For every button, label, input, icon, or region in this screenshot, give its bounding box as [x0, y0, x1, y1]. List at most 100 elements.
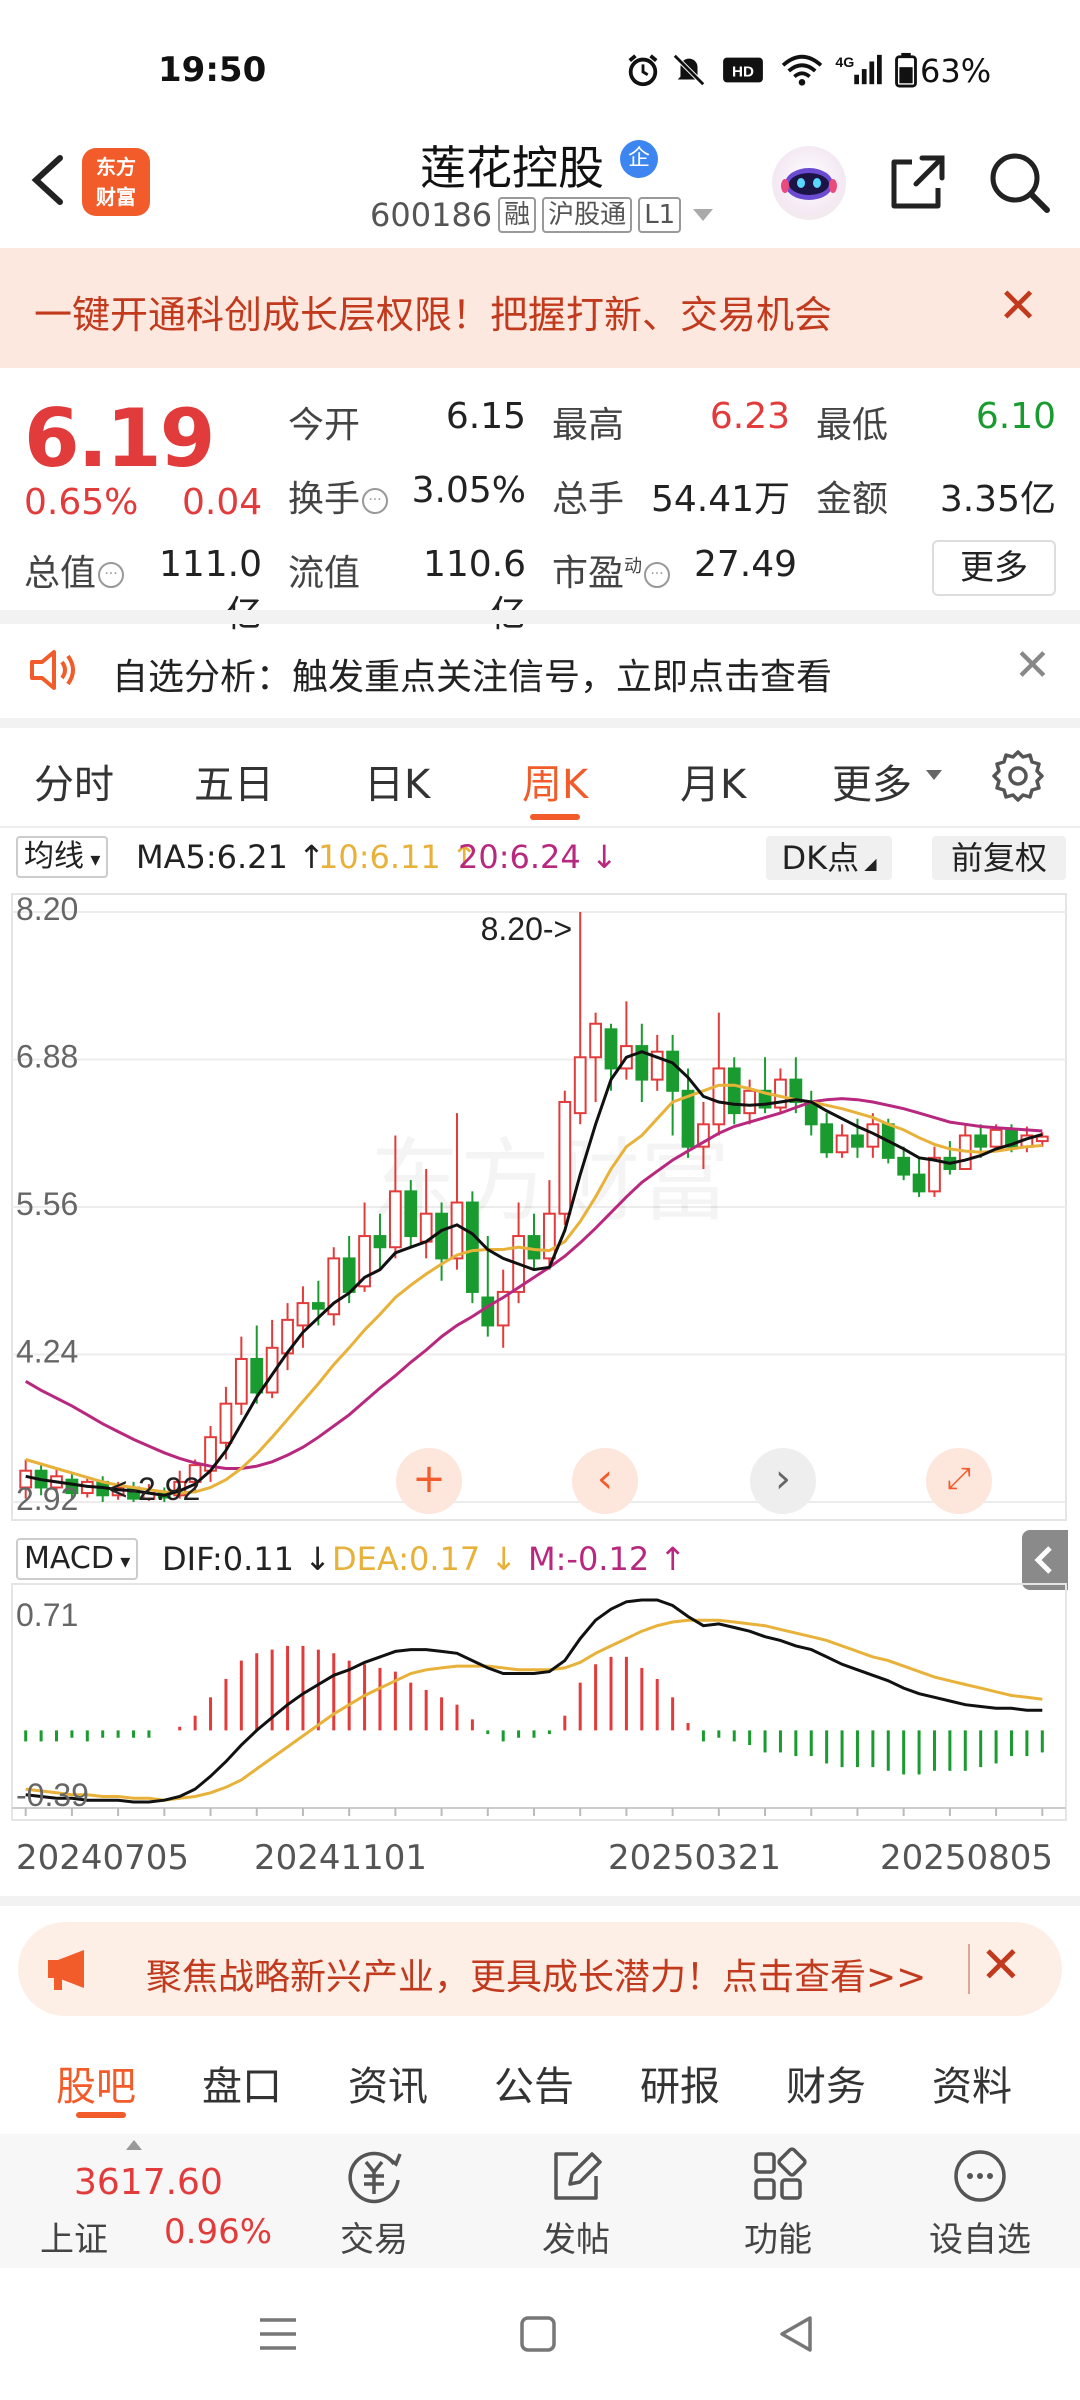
add-watchlist-icon: [954, 2150, 1006, 2202]
tab-daily-k[interactable]: 日K: [364, 752, 430, 810]
promo-banner-secondary[interactable]: 聚焦战略新兴产业，更具成长潜力！点击查看>> ✕: [18, 1922, 1062, 2016]
stock-code-row[interactable]: 600186 融 沪股通 L1: [370, 196, 714, 234]
tab-orderbook[interactable]: 盘口: [202, 2054, 282, 2112]
candle-body: [743, 1089, 757, 1115]
tab-intraday[interactable]: 分时: [34, 752, 114, 810]
macd-histogram: [24, 1645, 1044, 1775]
back-nav-icon[interactable]: [774, 2312, 818, 2356]
change-percent: 0.65%: [24, 482, 139, 523]
ma5-line: [25, 1050, 1043, 1497]
tab-announcements[interactable]: 公告: [494, 2054, 574, 2112]
hd-icon: HD: [723, 57, 763, 83]
candle-body: [974, 1134, 988, 1148]
back-arrow-icon[interactable]: [20, 150, 80, 210]
system-nav-bar: [0, 2268, 1080, 2400]
robot-icon: [781, 168, 837, 200]
y-tick-label: 8.20: [16, 891, 78, 927]
date-label: 20250321: [608, 1838, 782, 1878]
amount-value: 3.35亿: [939, 479, 1056, 520]
candle-body: [219, 1402, 233, 1444]
dea-value: DEA:0.17 ↓: [332, 1540, 518, 1578]
candle-body: [404, 1190, 418, 1238]
gear-icon[interactable]: [990, 748, 1046, 804]
share-icon[interactable]: [882, 148, 952, 218]
divider: [0, 718, 1080, 728]
promo-banner[interactable]: 一键开通科创成长层权限！把握打新、交易机会 ✕: [0, 248, 1080, 368]
apps-button[interactable]: 功能: [718, 2144, 838, 2261]
speaker-icon: [30, 650, 75, 690]
close-icon[interactable]: ✕: [980, 1936, 1022, 1994]
dk-points-button[interactable]: DK点 ◢: [766, 836, 892, 880]
macd-selector[interactable]: MACD ▾: [16, 1538, 139, 1580]
post-button[interactable]: 发帖: [516, 2144, 636, 2261]
info-icon[interactable]: ···: [98, 562, 125, 588]
max-price-annotation: 8.20->: [481, 911, 573, 947]
post-icon: [554, 2152, 602, 2200]
tab-monthly-k[interactable]: 月K: [680, 752, 746, 810]
tab-five-day[interactable]: 五日: [194, 752, 274, 810]
battery-percent: 63%: [920, 52, 992, 90]
menu-icon[interactable]: [256, 2312, 300, 2356]
tab-more[interactable]: 更多: [832, 752, 912, 810]
info-icon[interactable]: ···: [362, 488, 389, 514]
megaphone-icon: [48, 1950, 84, 1990]
promo2-text: 聚焦战略新兴产业，更具成长潜力！点击查看>>: [146, 1957, 927, 1998]
stock-name: 莲花控股: [420, 141, 604, 195]
mute-icon: [673, 54, 705, 86]
trade-label: 交易: [340, 2220, 408, 2260]
date-label: 20250805: [880, 1838, 1054, 1878]
index-value[interactable]: 3617.60: [74, 2162, 223, 2203]
zoom-in-button[interactable]: +: [396, 1448, 462, 1514]
tab-weekly-k[interactable]: 周K: [522, 752, 588, 810]
scroll-left-button[interactable]: ‹: [572, 1448, 638, 1514]
candle-body: [388, 1190, 402, 1249]
close-icon[interactable]: ✕: [998, 278, 1038, 334]
low-label: 最低: [816, 405, 889, 446]
candle-body: [928, 1156, 941, 1193]
y-tick-label: -0.39: [16, 1777, 89, 1813]
ma10-value: 10:6.11 ↑: [318, 838, 478, 876]
margin-tag: 融: [498, 197, 537, 233]
ma5-value: MA5:6.21 ↑: [136, 838, 325, 876]
app-logo-line2: 财富: [96, 185, 136, 209]
4g-signal-icon: 4G: [835, 54, 882, 85]
add-watchlist-button[interactable]: 设自选: [920, 2144, 1040, 2261]
more-quote-button[interactable]: 更多: [932, 540, 1056, 596]
price-adjust-button[interactable]: 前复权: [932, 836, 1066, 880]
high-value: 6.23: [709, 396, 790, 437]
search-icon[interactable]: [985, 148, 1055, 218]
candle-body: [573, 1056, 587, 1115]
active-tab-indicator: [76, 2112, 126, 2118]
scroll-right-button[interactable]: ›: [750, 1448, 816, 1514]
kline-chart[interactable]: 东方财富 8.206.885.564.242.928.20-><-2.92: [0, 882, 1080, 1532]
apps-label: 功能: [744, 2220, 812, 2260]
tab-profile[interactable]: 资料: [932, 2054, 1012, 2112]
tab-financials[interactable]: 财务: [786, 2054, 866, 2112]
current-price: 6.19: [24, 392, 215, 485]
status-bar: 19:50 HD 4G 63%: [0, 0, 1080, 120]
tab-forum[interactable]: 股吧: [56, 2054, 136, 2112]
fullscreen-icon[interactable]: ⤢: [926, 1448, 992, 1514]
date-label: 20241101: [254, 1838, 428, 1878]
candle-body: [311, 1302, 325, 1310]
change-amount: 0.04: [182, 482, 263, 523]
tab-news[interactable]: 资讯: [348, 2054, 428, 2112]
ai-assistant-avatar[interactable]: [772, 146, 846, 220]
ma-selector[interactable]: 均线 ▾: [16, 836, 109, 878]
ma-indicator-row: 均线 ▾ MA5:6.21 ↑ 10:6.11 ↑ 20:6.24 ↓ DK点 …: [16, 836, 1066, 880]
notice-row[interactable]: 自选分析：触发重点关注信号，立即点击查看 ✕: [0, 622, 1080, 718]
tab-research[interactable]: 研报: [640, 2054, 720, 2112]
apps-icon: [754, 2147, 807, 2200]
candle-body: [1035, 1135, 1049, 1143]
date-axis: 20240705 20241101 20250321 20250805: [0, 1838, 1080, 1888]
candle-body: [450, 1201, 464, 1260]
svg-text:4G: 4G: [835, 55, 854, 71]
close-icon[interactable]: ✕: [1014, 640, 1051, 691]
post-label: 发帖: [542, 2220, 610, 2260]
candle-body: [851, 1134, 864, 1148]
macd-indicator-row: MACD ▾ DIF:0.11 ↓ DEA:0.17 ↓ M:-0.12 ↑: [16, 1538, 1066, 1580]
trade-button[interactable]: 交易: [314, 2144, 434, 2261]
info-icon[interactable]: ···: [644, 562, 671, 588]
trade-icon: [348, 2151, 402, 2204]
home-icon[interactable]: [516, 2312, 560, 2356]
